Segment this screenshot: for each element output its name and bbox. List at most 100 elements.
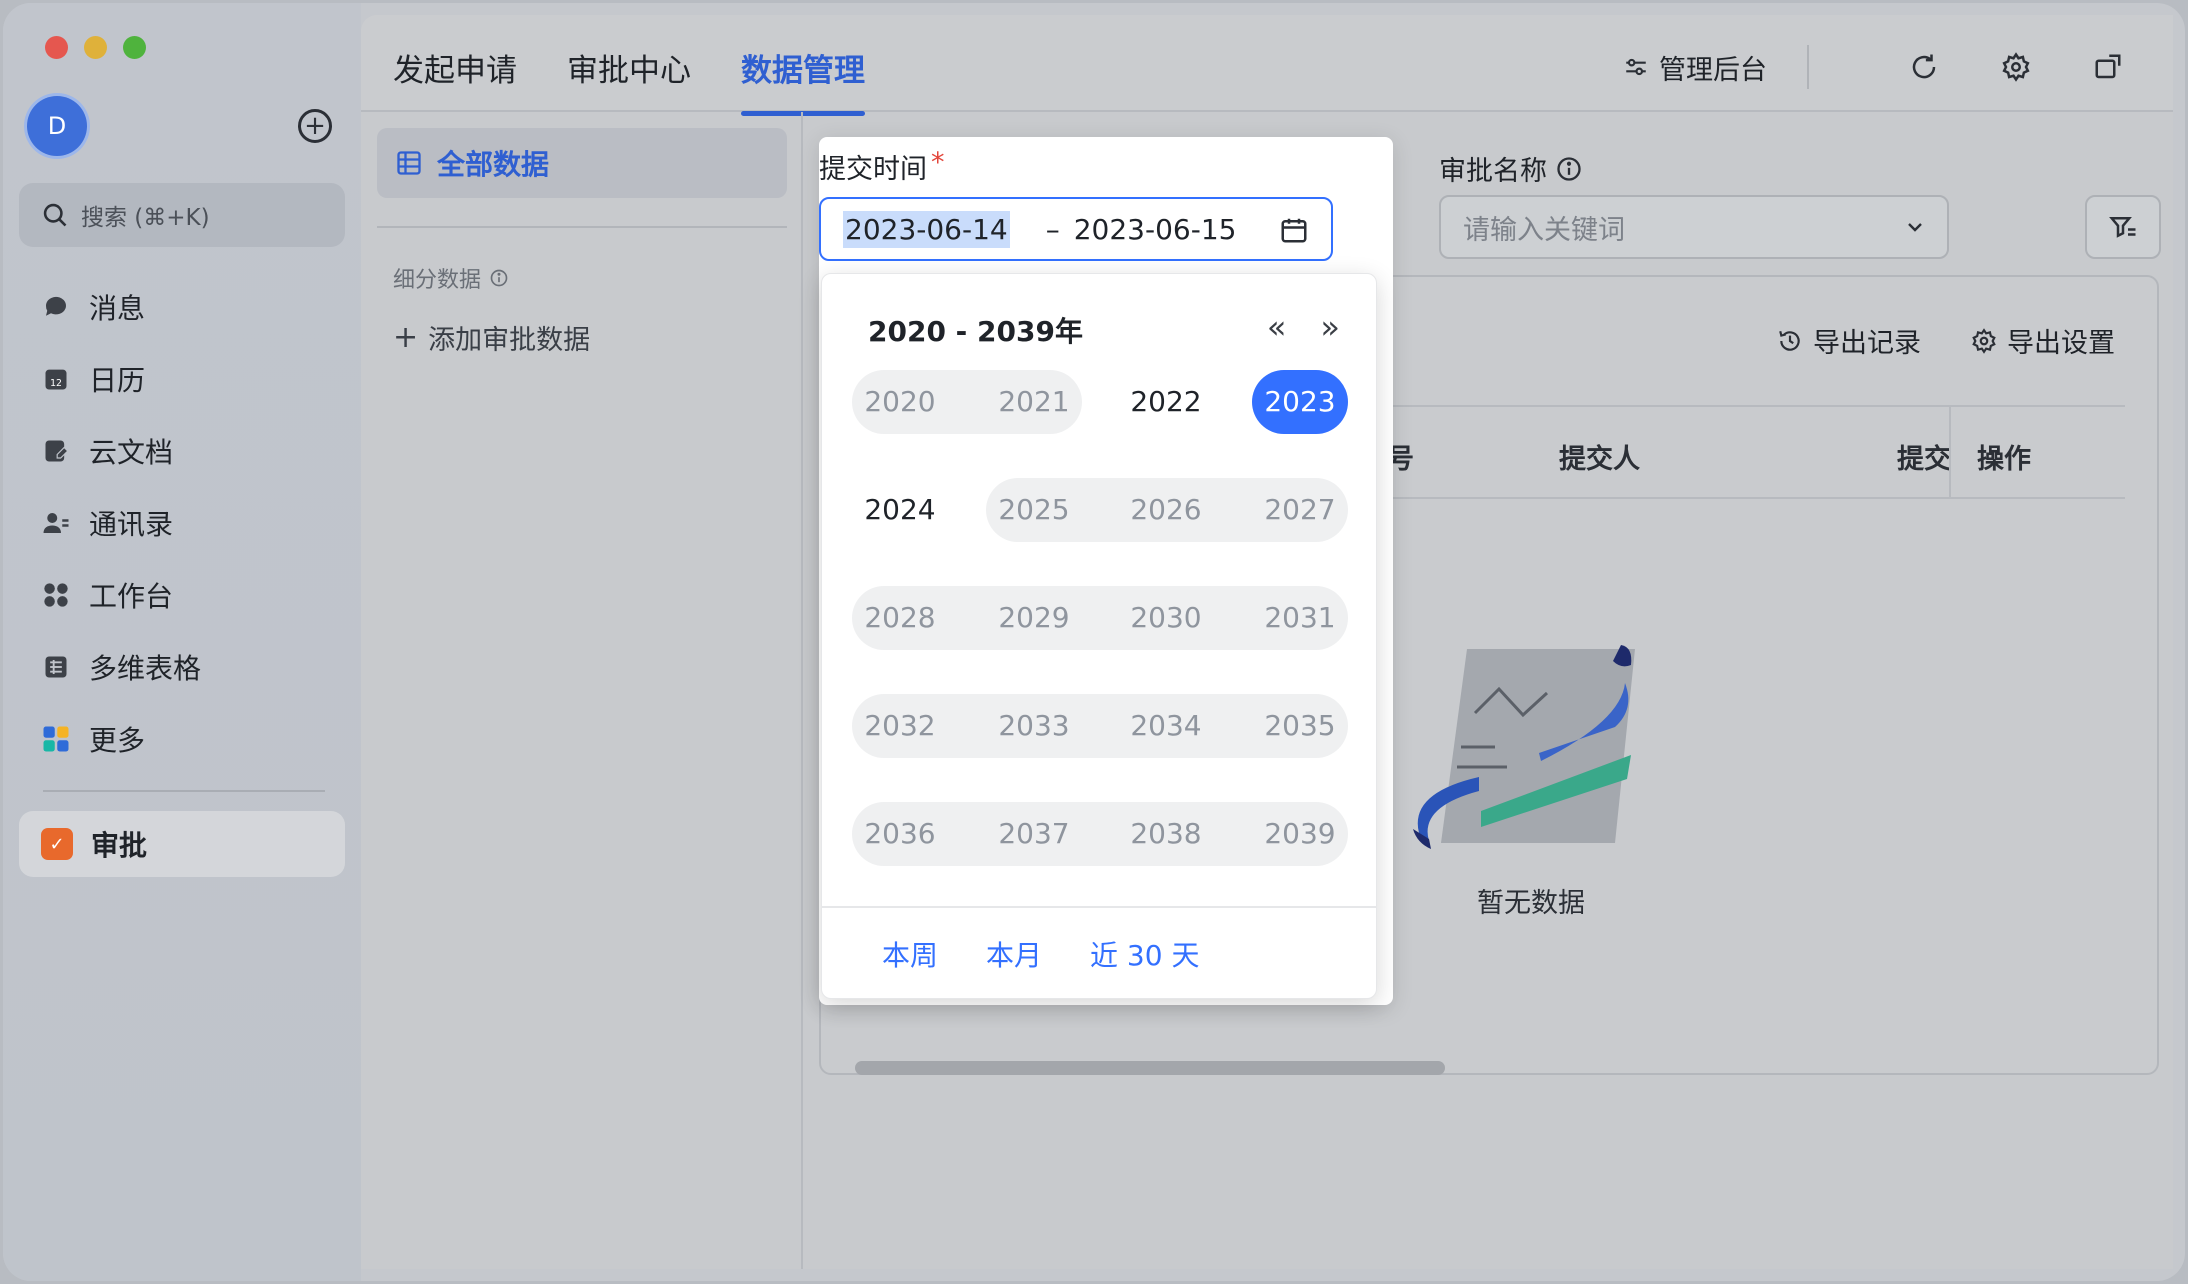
subnav-divider xyxy=(377,226,787,228)
submit-time-label: 提交时间 * xyxy=(819,147,945,186)
search-icon xyxy=(43,203,67,227)
year-cell[interactable]: 2027 xyxy=(1252,478,1348,542)
year-picker-dropdown: 2020 - 2039年 « » 2020 2021 2022 2023 202… xyxy=(821,273,1377,999)
year-cell[interactable]: 2035 xyxy=(1252,694,1348,758)
export-settings-label: 导出设置 xyxy=(2007,328,2115,359)
sidebar-divider xyxy=(43,790,325,792)
sidebar-item-contacts[interactable]: 通讯录 xyxy=(19,487,345,559)
table-icon xyxy=(41,652,71,682)
column-header-submitter[interactable]: 提交人 xyxy=(1559,437,1640,476)
export-settings-button[interactable]: 导出设置 xyxy=(1971,321,2115,360)
year-cell-selected[interactable]: 2023 xyxy=(1252,370,1348,434)
year-grid: 2020 2021 2022 2023 2024 2025 2026 2027 … xyxy=(852,370,1348,910)
gear-icon[interactable] xyxy=(1999,50,2033,84)
empty-data-illustration xyxy=(1413,645,1635,849)
sidebar-item-workspace[interactable]: 工作台 xyxy=(19,559,345,631)
column-divider xyxy=(1949,407,1951,497)
minimize-window-button[interactable] xyxy=(84,36,107,59)
sidebar-item-messages[interactable]: 消息 xyxy=(19,271,345,343)
year-cell[interactable]: 2031 xyxy=(1252,586,1348,650)
sidebar-item-calendar[interactable]: 12 日历 xyxy=(19,343,345,415)
info-icon[interactable] xyxy=(1555,155,1583,183)
export-records-button[interactable]: 导出记录 xyxy=(1777,321,1921,360)
add-approval-data-label: 添加审批数据 xyxy=(428,325,591,356)
tab-bar: 发起申请 审批中心 数据管理 xyxy=(393,45,865,116)
column-header-submit-time[interactable]: 提交 xyxy=(1897,437,1951,476)
year-cell[interactable]: 2037 xyxy=(986,802,1082,866)
year-cell[interactable]: 2033 xyxy=(986,694,1082,758)
svg-text:12: 12 xyxy=(50,378,62,389)
sidebar-item-label: 日历 xyxy=(89,364,146,397)
calendar-icon: 12 xyxy=(41,364,71,394)
maximize-window-button[interactable] xyxy=(123,36,146,59)
date-range-input[interactable]: 2023-06-14 – 2023-06-15 xyxy=(819,197,1333,261)
filter-button[interactable] xyxy=(2085,195,2161,259)
calendar-icon[interactable] xyxy=(1279,215,1309,245)
approval-name-label: 审批名称 xyxy=(1439,149,1583,188)
year-cell[interactable]: 2038 xyxy=(1118,802,1214,866)
date-start-value[interactable]: 2023-06-14 xyxy=(843,210,1010,248)
sidebar-item-approval[interactable]: ✓ 审批 xyxy=(19,811,345,877)
year-cell[interactable]: 2021 xyxy=(986,370,1082,434)
year-row: 2028 2029 2030 2031 xyxy=(852,586,1348,650)
approval-name-select[interactable]: 请输入关键词 xyxy=(1439,195,1949,259)
sliders-icon xyxy=(1626,58,1646,76)
tab-submit-request[interactable]: 发起申请 xyxy=(393,45,517,108)
year-cell[interactable]: 2026 xyxy=(1118,478,1214,542)
add-approval-data-button[interactable]: + 添加审批数据 xyxy=(393,318,590,357)
plus-icon: + xyxy=(393,320,419,355)
sidebar-item-more[interactable]: 更多 xyxy=(19,703,345,775)
sidebar-item-docs[interactable]: 云文档 xyxy=(19,415,345,487)
year-cell[interactable]: 2024 xyxy=(852,478,948,542)
double-chevron-right-icon[interactable]: » xyxy=(1320,308,1340,346)
shortcut-last-30-days[interactable]: 近 30 天 xyxy=(1090,934,1199,974)
year-cell[interactable]: 2029 xyxy=(986,586,1082,650)
add-circle-icon[interactable]: + xyxy=(298,109,332,143)
sidebar-item-label: 工作台 xyxy=(89,580,174,613)
approval-name-text: 审批名称 xyxy=(1439,156,1547,187)
all-data-item[interactable]: 全部数据 xyxy=(377,128,787,198)
sidebar-item-bitable[interactable]: 多维表格 xyxy=(19,631,345,703)
info-icon[interactable] xyxy=(489,268,509,288)
export-actions: 导出记录 导出设置 xyxy=(1777,321,2115,360)
submit-time-text: 提交时间 xyxy=(819,154,927,185)
year-cell[interactable]: 2020 xyxy=(852,370,948,434)
data-subnav: 全部数据 细分数据 + 添加审批数据 xyxy=(361,112,803,1269)
avatar[interactable]: D xyxy=(27,96,87,156)
gear-icon xyxy=(1972,327,1996,354)
year-range-title: 2020 - 2039年 xyxy=(868,315,1083,348)
date-end-value[interactable]: 2023-06-15 xyxy=(1074,213,1237,246)
shortcut-this-week[interactable]: 本周 xyxy=(882,934,938,974)
year-cell[interactable]: 2034 xyxy=(1118,694,1214,758)
year-cell[interactable]: 2028 xyxy=(852,586,948,650)
more-apps-icon xyxy=(41,724,71,754)
contacts-icon xyxy=(41,508,71,538)
app-window: D + 搜索 (⌘+K) 消息 12 日历 云文档 通讯录 工作台 多维表格 更… xyxy=(3,3,2185,1281)
history-icon xyxy=(1779,330,1800,351)
column-header-actions: 操作 xyxy=(1977,444,2031,475)
double-chevron-left-icon[interactable]: « xyxy=(1267,308,1287,346)
year-cell[interactable]: 2022 xyxy=(1118,370,1214,434)
refresh-icon[interactable] xyxy=(1907,50,1941,84)
close-window-button[interactable] xyxy=(45,36,68,59)
tab-approval-center[interactable]: 审批中心 xyxy=(567,45,691,108)
new-window-icon[interactable] xyxy=(2091,50,2125,84)
year-cell[interactable]: 2025 xyxy=(986,478,1082,542)
empty-state-text: 暂无数据 xyxy=(1477,888,1585,919)
approval-icon: ✓ xyxy=(41,828,73,860)
admin-console-button[interactable]: 管理后台 xyxy=(1623,48,1767,87)
sidebar-item-label: 多维表格 xyxy=(89,652,202,685)
year-cell[interactable]: 2032 xyxy=(852,694,948,758)
top-bar: 发起申请 审批中心 数据管理 管理后台 xyxy=(361,15,2173,116)
chevron-down-icon xyxy=(1908,223,1922,232)
horizontal-scrollbar[interactable] xyxy=(855,1061,1445,1075)
shortcut-this-month[interactable]: 本月 xyxy=(986,934,1042,974)
tab-data-management[interactable]: 数据管理 xyxy=(741,45,865,116)
segment-data-label: 细分数据 xyxy=(393,268,482,293)
year-cell[interactable]: 2030 xyxy=(1118,586,1214,650)
year-cell[interactable]: 2036 xyxy=(852,802,948,866)
year-cell[interactable]: 2039 xyxy=(1252,802,1348,866)
date-range-separator: – xyxy=(1045,212,1060,246)
search-input[interactable]: 搜索 (⌘+K) xyxy=(19,183,345,247)
toolbar-divider xyxy=(1807,45,1809,89)
